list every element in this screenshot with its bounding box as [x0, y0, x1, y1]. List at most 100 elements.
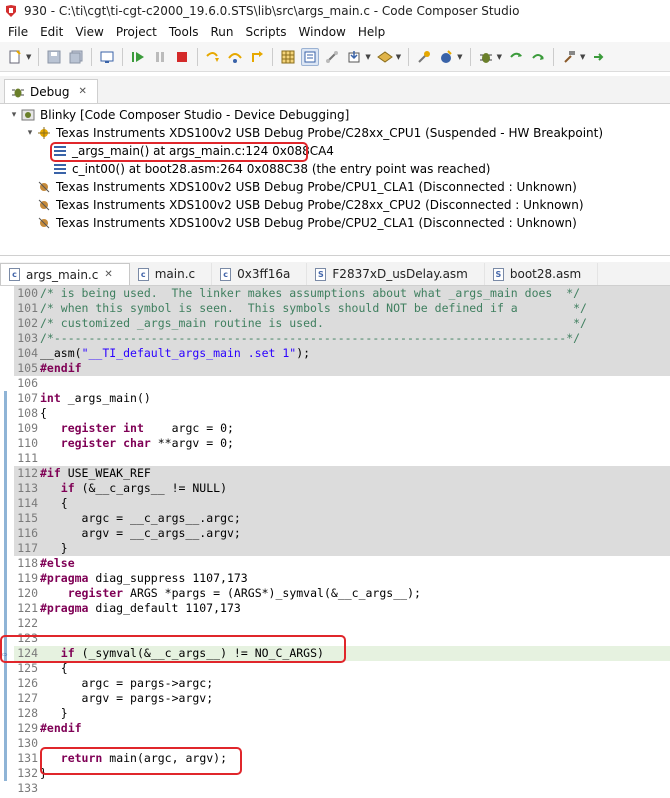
- tree-item-cpu1[interactable]: ▾ Texas Instruments XDS100v2 USB Debug P…: [0, 124, 670, 142]
- code-gutter[interactable]: [0, 601, 14, 616]
- code-line[interactable]: 127 argv = pargs->argv;: [0, 691, 670, 706]
- run-dropdown-icon[interactable]: ▼: [457, 53, 462, 61]
- code-line[interactable]: 101/* when this symbol is seen. This sym…: [0, 301, 670, 316]
- new-icon[interactable]: [6, 48, 24, 66]
- tree-item-session[interactable]: ▾ Blinky [Code Composer Studio - Device …: [0, 106, 670, 124]
- code-gutter[interactable]: [0, 286, 14, 301]
- code-line[interactable]: ⇨ 124 if (_symval(&__c_args__) != NO_C_AR…: [0, 646, 670, 661]
- tree-item-frame-c-int00[interactable]: c_int00() at boot28.asm:264 0x088C38 (th…: [0, 160, 670, 178]
- code-line[interactable]: 103/*-----------------------------------…: [0, 331, 670, 346]
- close-icon[interactable]: ✕: [104, 269, 112, 280]
- code-line[interactable]: 122: [0, 616, 670, 631]
- code-gutter[interactable]: [0, 451, 14, 466]
- tab-args-main-c[interactable]: c args_main.c ✕: [0, 263, 130, 285]
- code-line[interactable]: 113 if (&__c_args__ != NULL): [0, 481, 670, 496]
- code-gutter[interactable]: [0, 676, 14, 691]
- code-line[interactable]: 105 #endif: [0, 361, 670, 376]
- code-gutter[interactable]: [0, 736, 14, 751]
- code-line[interactable]: 115 argc = __c_args__.argc;: [0, 511, 670, 526]
- memory-grid-icon[interactable]: [279, 48, 297, 66]
- code-line[interactable]: 120 register ARGS *pargs = (ARGS*)_symva…: [0, 586, 670, 601]
- code-line[interactable]: 119 #pragma diag_suppress 1107,173: [0, 571, 670, 586]
- code-gutter[interactable]: [0, 346, 14, 361]
- code-line[interactable]: 133: [0, 781, 670, 796]
- debug-dropdown-icon[interactable]: ▼: [497, 53, 502, 61]
- code-line[interactable]: 132}: [0, 766, 670, 781]
- tree-item-frame-args-main[interactable]: _args_main() at args_main.c:124 0x088CA4: [0, 142, 670, 160]
- code-gutter[interactable]: [0, 706, 14, 721]
- terminate-icon[interactable]: [173, 48, 191, 66]
- terminal-icon[interactable]: [98, 48, 116, 66]
- code-gutter[interactable]: ⇨: [0, 646, 14, 661]
- more-icon[interactable]: [590, 48, 608, 66]
- chevron-down-icon[interactable]: ▾: [24, 128, 36, 138]
- menu-edit[interactable]: Edit: [34, 25, 69, 39]
- tab-boot28-asm[interactable]: S boot28.asm: [485, 263, 599, 285]
- restart-icon[interactable]: [529, 48, 547, 66]
- menu-scripts[interactable]: Scripts: [239, 25, 292, 39]
- instruction-stepping-icon[interactable]: [301, 47, 320, 66]
- tools-hammer-icon[interactable]: [560, 48, 578, 66]
- code-line[interactable]: 104 __asm("__TI_default_args_main .set 1"…: [0, 346, 670, 361]
- code-gutter[interactable]: [0, 616, 14, 631]
- code-line[interactable]: 108{: [0, 406, 670, 421]
- code-line[interactable]: 118 #else: [0, 556, 670, 571]
- code-gutter[interactable]: [0, 436, 14, 451]
- code-gutter[interactable]: [0, 541, 14, 556]
- tab-0x3ff16a[interactable]: c 0x3ff16a: [212, 263, 308, 285]
- menu-help[interactable]: Help: [352, 25, 391, 39]
- load-dropdown-icon[interactable]: ▼: [365, 53, 370, 61]
- code-gutter[interactable]: [0, 376, 14, 391]
- code-gutter[interactable]: [0, 751, 14, 766]
- code-line[interactable]: 109 register int argc = 0;: [0, 421, 670, 436]
- code-gutter[interactable]: [0, 661, 14, 676]
- build-icon[interactable]: [415, 48, 433, 66]
- code-line[interactable]: 123: [0, 631, 670, 646]
- code-gutter[interactable]: [0, 406, 14, 421]
- code-gutter[interactable]: [0, 631, 14, 646]
- code-gutter[interactable]: [0, 721, 14, 736]
- tab-main-c[interactable]: c main.c: [130, 263, 213, 285]
- code-gutter[interactable]: [0, 556, 14, 571]
- tree-item-cpu2[interactable]: Texas Instruments XDS100v2 USB Debug Pro…: [0, 196, 670, 214]
- connect-icon[interactable]: [323, 48, 341, 66]
- debug-config-dropdown-icon[interactable]: ▼: [396, 53, 401, 61]
- code-line[interactable]: 131 return main(argc, argv);: [0, 751, 670, 766]
- menu-project[interactable]: Project: [110, 25, 163, 39]
- code-gutter[interactable]: [0, 571, 14, 586]
- code-gutter[interactable]: [0, 511, 14, 526]
- tree-item-cpu2-cla1[interactable]: Texas Instruments XDS100v2 USB Debug Pro…: [0, 214, 670, 232]
- code-gutter[interactable]: [0, 496, 14, 511]
- code-gutter[interactable]: [0, 781, 14, 796]
- code-gutter[interactable]: [0, 361, 14, 376]
- load-program-icon[interactable]: [345, 48, 363, 66]
- code-line[interactable]: 129 #endif: [0, 721, 670, 736]
- code-line[interactable]: 116 argv = __c_args__.argv;: [0, 526, 670, 541]
- code-line[interactable]: 102/* customized _args_main routine is u…: [0, 316, 670, 331]
- code-line[interactable]: 100/* is being used. The linker makes as…: [0, 286, 670, 301]
- code-gutter[interactable]: [0, 466, 14, 481]
- run-icon[interactable]: [437, 48, 455, 66]
- debug-bug-icon[interactable]: [477, 48, 495, 66]
- code-gutter[interactable]: [0, 586, 14, 601]
- code-line[interactable]: 117 }: [0, 541, 670, 556]
- code-gutter[interactable]: [0, 766, 14, 781]
- code-gutter[interactable]: [0, 526, 14, 541]
- save-all-icon[interactable]: [67, 48, 85, 66]
- code-line[interactable]: 107 int _args_main(): [0, 391, 670, 406]
- tab-f2837xd-usdelay-asm[interactable]: S F2837xD_usDelay.asm: [307, 263, 485, 285]
- menu-view[interactable]: View: [69, 25, 109, 39]
- refresh-icon[interactable]: [507, 48, 525, 66]
- code-line[interactable]: 130: [0, 736, 670, 751]
- step-into-icon[interactable]: [204, 48, 222, 66]
- code-line[interactable]: 114 {: [0, 496, 670, 511]
- code-gutter[interactable]: [0, 481, 14, 496]
- resume-icon[interactable]: [129, 48, 147, 66]
- save-icon[interactable]: [45, 48, 63, 66]
- suspend-icon[interactable]: [151, 48, 169, 66]
- chevron-down-icon[interactable]: ▾: [8, 110, 20, 120]
- code-area[interactable]: 100/* is being used. The linker makes as…: [0, 286, 670, 798]
- code-gutter[interactable]: [0, 331, 14, 346]
- tab-debug[interactable]: Debug ✕: [4, 79, 98, 103]
- code-line[interactable]: 112 #if USE_WEAK_REF: [0, 466, 670, 481]
